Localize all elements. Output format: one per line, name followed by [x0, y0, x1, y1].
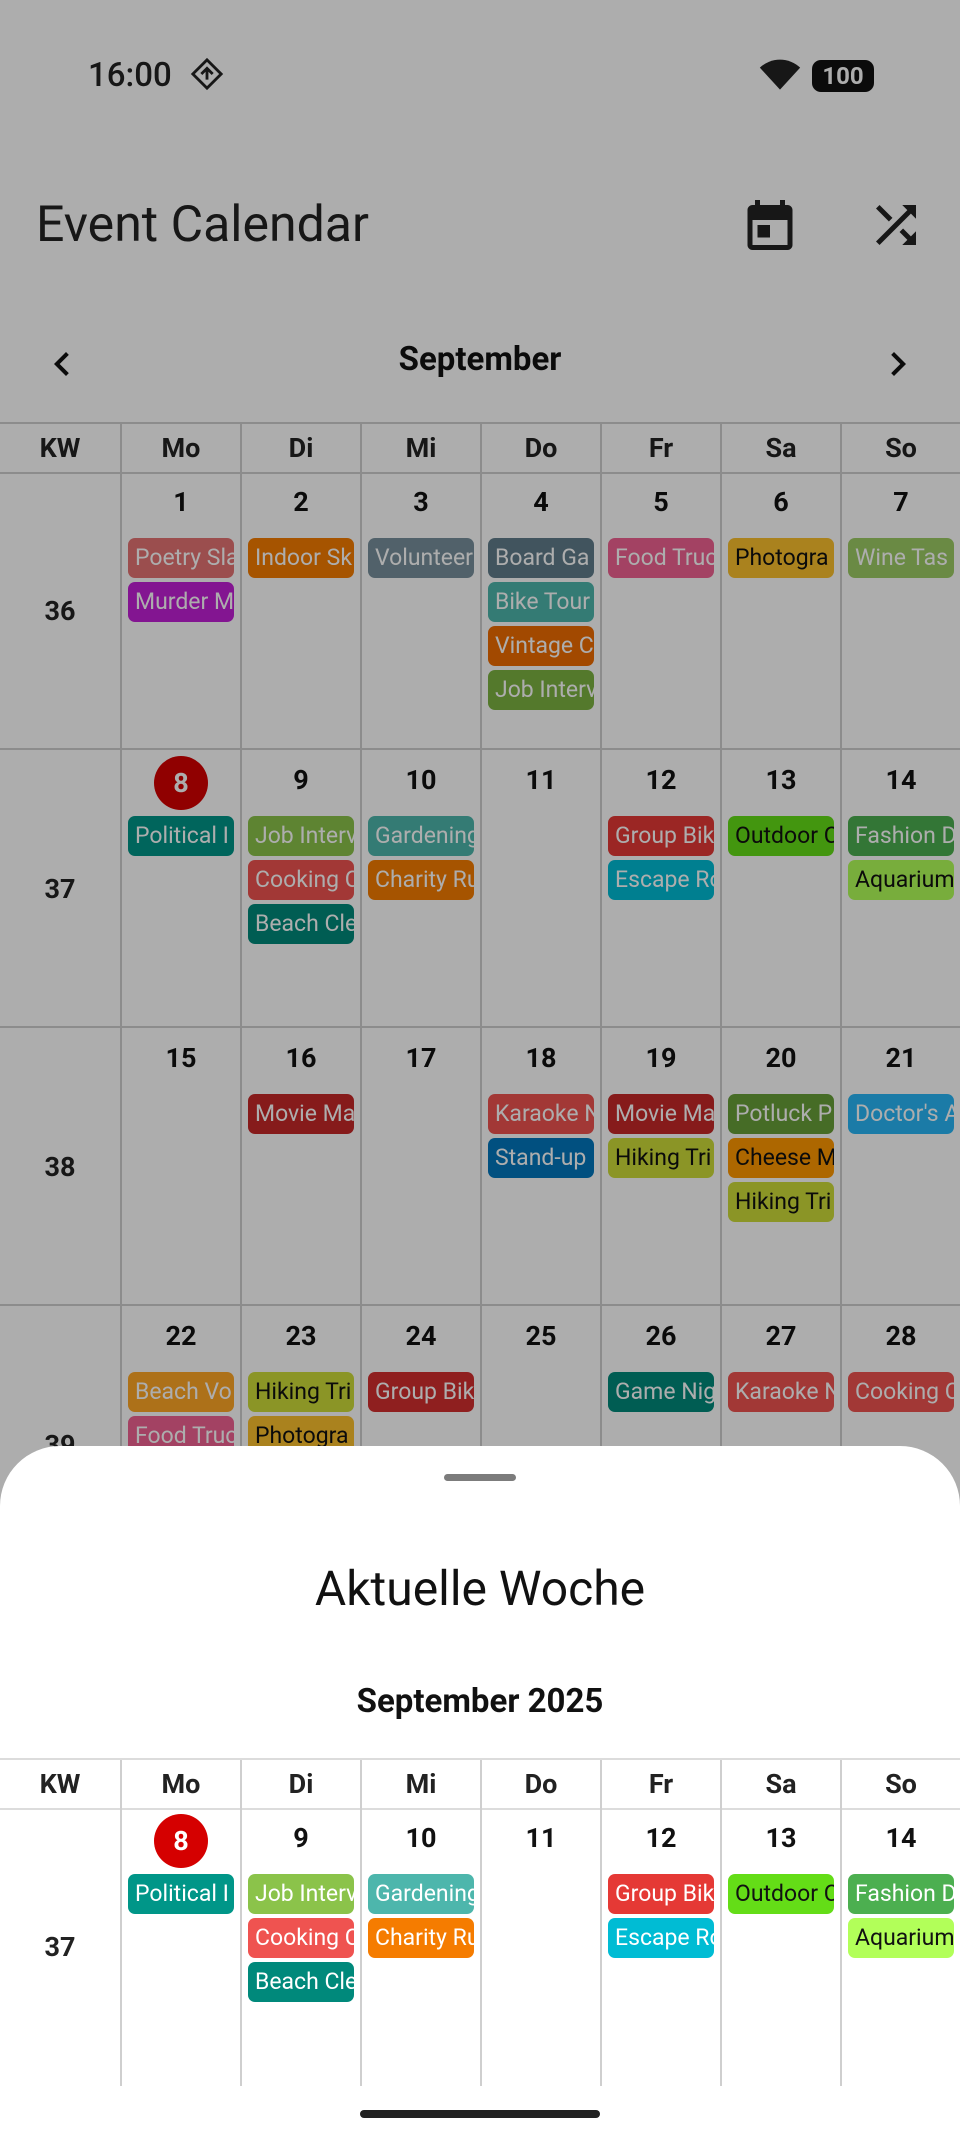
- header-day-fr: Fr: [600, 1760, 720, 1808]
- header-kw: KW: [39, 1768, 81, 1800]
- event-chip[interactable]: Escape Ro: [608, 1918, 714, 1958]
- day-number: 9: [293, 1822, 309, 1854]
- app-screen: 16:00 100 Event Calendar September KW Mo D…: [0, 0, 960, 2142]
- header-day-mo: Mo: [120, 1760, 240, 1808]
- event-chip[interactable]: Group Bik: [608, 1874, 714, 1914]
- today-marker: 8: [154, 1814, 208, 1868]
- event-chip[interactable]: Cooking C: [248, 1918, 354, 1958]
- day-number: 14: [885, 1822, 917, 1854]
- sheet-day-9[interactable]: 9 Job Interv Cooking C Beach Cle: [240, 1808, 360, 2086]
- event-chip[interactable]: Gardening: [368, 1874, 474, 1914]
- event-chip[interactable]: Job Interv: [248, 1874, 354, 1914]
- event-chip[interactable]: Beach Cle: [248, 1962, 354, 2002]
- drag-handle[interactable]: [444, 1474, 516, 1481]
- event-chip[interactable]: Political I: [128, 1874, 234, 1914]
- sheet-day-12[interactable]: 12 Group Bik Escape Ro: [600, 1808, 720, 2086]
- day-number: 13: [765, 1822, 797, 1854]
- week-number: 37: [44, 1931, 76, 1963]
- day-number: 11: [525, 1822, 557, 1854]
- event-chip[interactable]: Charity Ru: [368, 1918, 474, 1958]
- event-chip[interactable]: Fashion D: [848, 1874, 954, 1914]
- header-day-mi: Mi: [360, 1760, 480, 1808]
- day-number: 12: [645, 1822, 677, 1854]
- weekday-header: KW Mo Di Mi Do Fr Sa So: [0, 1758, 960, 1810]
- event-chip[interactable]: Aquarium: [848, 1918, 954, 1958]
- sheet-month-label: September 2025: [356, 1682, 604, 1721]
- sheet-day-13[interactable]: 13 Outdoor C: [720, 1808, 840, 2086]
- sheet-day-10[interactable]: 10 Gardening Charity Ru: [360, 1808, 480, 2086]
- week-row: 37 8 Political I 9 Job Interv Cooking C Beach …: [0, 1808, 960, 2086]
- day-number: 10: [405, 1822, 437, 1854]
- bottom-sheet: Aktuelle Woche September 2025 KW Mo Di Mi Do…: [0, 1446, 960, 2142]
- header-day-do: Do: [480, 1760, 600, 1808]
- header-day-di: Di: [240, 1760, 360, 1808]
- sheet-day-8[interactable]: 8 Political I: [120, 1808, 240, 2086]
- sheet-title: Aktuelle Woche: [314, 1560, 646, 1617]
- header-day-so: So: [840, 1760, 960, 1808]
- gesture-bar[interactable]: [360, 2110, 600, 2118]
- event-chip[interactable]: Outdoor C: [728, 1874, 834, 1914]
- header-day-sa: Sa: [720, 1760, 840, 1808]
- sheet-day-11[interactable]: 11: [480, 1808, 600, 2086]
- sheet-day-14[interactable]: 14 Fashion D Aquarium: [840, 1808, 960, 2086]
